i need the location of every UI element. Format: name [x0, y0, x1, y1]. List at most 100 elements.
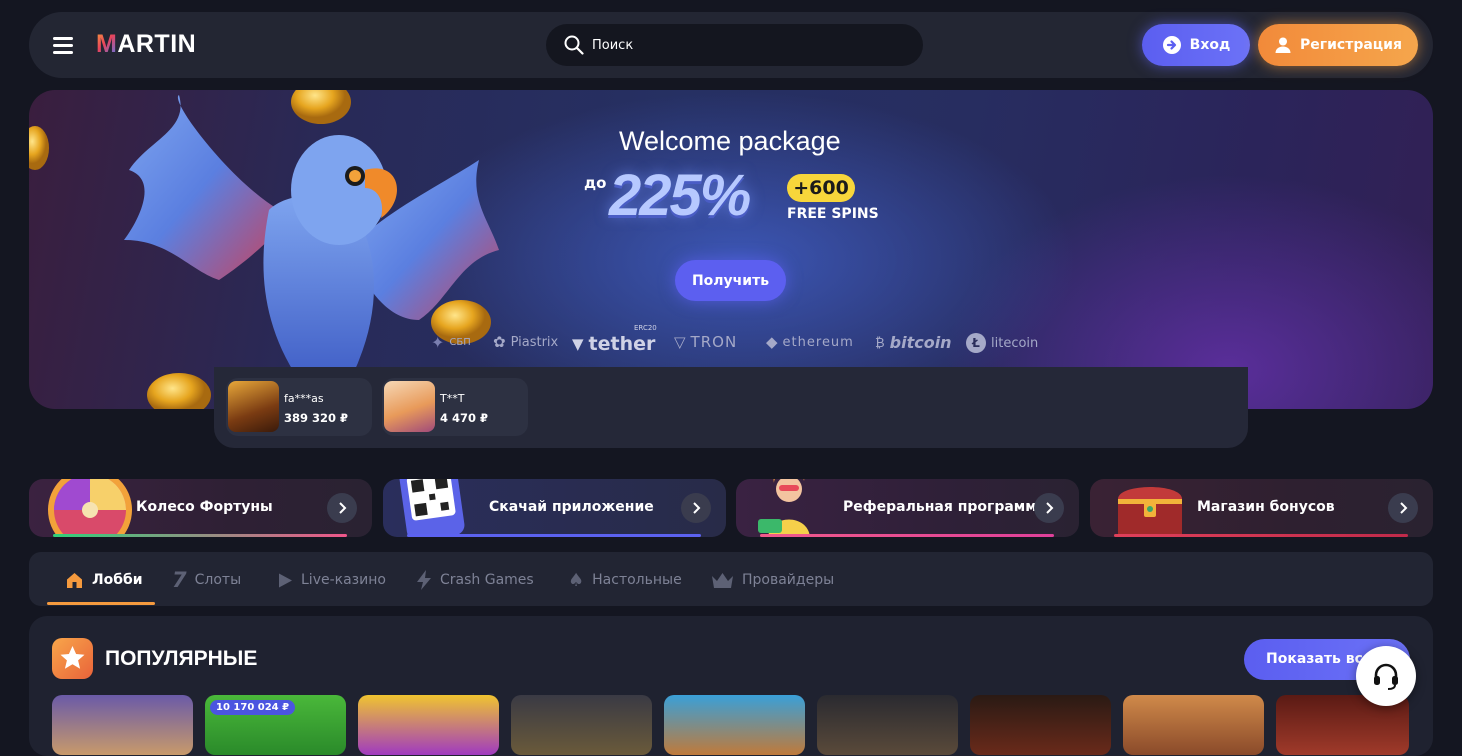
winner-name: T**T	[440, 392, 465, 405]
payment-tron: ▽ TRON	[674, 333, 737, 351]
game-tile[interactable]	[664, 695, 805, 755]
payment-piastrix-label: Piastrix	[510, 334, 559, 350]
jackpot-badge: 10 170 024 ₽	[210, 700, 296, 715]
game-tile[interactable]: 10 170 024 ₽	[205, 695, 346, 755]
promo-progress-bar	[760, 534, 1054, 537]
promo-wheel-of-fortune[interactable]: Колесо Фортуны	[29, 479, 372, 537]
promo-progress-bar	[53, 534, 347, 537]
logo-text: ARTIN	[117, 30, 197, 58]
chevron-right-icon[interactable]	[681, 493, 711, 523]
lightning-icon	[417, 570, 431, 590]
star-icon	[52, 638, 93, 679]
referral-character-icon	[758, 479, 810, 537]
payment-ethereum: ◆ ethereum	[766, 333, 854, 351]
tab-label: Live-казино	[301, 572, 386, 588]
support-chat-button[interactable]	[1356, 646, 1416, 706]
tab-label: Слоты	[194, 572, 242, 588]
welcome-banner[interactable]: Welcome package до 225% +600 FREE SPINS …	[29, 90, 1433, 409]
promo-progress-bar	[407, 534, 701, 537]
payment-tether: ▼ tether ERC20	[572, 324, 657, 355]
fortune-wheel-icon	[48, 479, 132, 537]
free-spins-count: +600	[787, 174, 855, 202]
promo-bonus-shop[interactable]: Магазин бонусов	[1090, 479, 1433, 537]
play-icon	[279, 573, 292, 587]
payment-tron-label: TRON	[690, 333, 738, 351]
tab-label: Лобби	[92, 572, 143, 588]
menu-icon[interactable]	[53, 37, 73, 54]
popular-section: ПОПУЛЯРНЫЕ Показать все 10 170 024 ₽	[29, 616, 1433, 756]
payment-piastrix: ✿ Piastrix	[493, 333, 558, 351]
free-spins-label: FREE SPINS	[787, 206, 879, 222]
claim-bonus-button[interactable]: Получить	[675, 260, 786, 301]
login-button[interactable]: Вход	[1142, 24, 1250, 66]
crown-icon	[712, 572, 733, 588]
login-icon	[1162, 36, 1181, 54]
tab-label: Crash Games	[440, 572, 534, 588]
payment-sbp-label: СБП	[449, 337, 471, 348]
treasure-chest-icon	[1118, 487, 1182, 537]
tab-crash-games[interactable]: Crash Games	[416, 569, 534, 591]
payment-tether-label: tether	[588, 333, 656, 355]
tab-providers[interactable]: Провайдеры	[711, 569, 834, 591]
piastrix-icon: ✿	[493, 333, 506, 351]
payment-bitcoin-label: bitcoin	[889, 333, 952, 352]
search-input[interactable]	[592, 24, 912, 66]
search-icon	[564, 35, 584, 55]
winner-amount: 4 470 ₽	[440, 411, 489, 425]
bitcoin-icon: ₿	[875, 335, 885, 351]
parrot-illustration	[29, 90, 499, 409]
register-label: Регистрация	[1300, 37, 1402, 53]
qr-code-icon	[399, 479, 465, 537]
chevron-right-icon[interactable]	[1388, 493, 1418, 523]
game-tile[interactable]	[52, 695, 193, 755]
winner-name: fa***as	[284, 392, 324, 405]
game-tile[interactable]	[817, 695, 958, 755]
promo-label: Реферальная программа	[843, 499, 1047, 515]
tron-icon: ▽	[674, 333, 686, 351]
promo-label: Колесо Фортуны	[136, 499, 273, 515]
search-box[interactable]	[546, 24, 923, 66]
bonus-percent: 225%	[609, 163, 751, 228]
payment-litecoin: Łlitecoin	[966, 333, 1038, 353]
tether-icon: ▼	[572, 335, 584, 353]
login-label: Вход	[1189, 37, 1231, 53]
tether-network: ERC20	[634, 324, 657, 332]
tab-live-casino[interactable]: Live-казино	[277, 569, 386, 591]
promo-label: Магазин бонусов	[1197, 499, 1335, 515]
game-thumbnail-fortune-of-giza	[228, 381, 279, 432]
promo-progress-bar	[1114, 534, 1408, 537]
chevron-right-icon[interactable]	[327, 493, 357, 523]
litecoin-icon: Ł	[966, 333, 986, 353]
game-tile[interactable]	[970, 695, 1111, 755]
promo-download-app[interactable]: Скачай приложение	[383, 479, 726, 537]
tab-slots[interactable]: 7 Слоты	[172, 568, 242, 592]
tab-lobby[interactable]: Лобби	[65, 569, 143, 591]
ethereum-icon: ◆	[766, 333, 778, 351]
banner-title: Welcome package	[619, 126, 841, 156]
winner-card[interactable]: fa***as 389 320 ₽	[226, 378, 372, 436]
active-tab-indicator	[47, 602, 155, 605]
spade-icon: ♠	[568, 569, 585, 591]
game-tile[interactable]	[511, 695, 652, 755]
winner-card[interactable]: T**T 4 470 ₽	[382, 378, 528, 436]
category-tabs: Лобби 7 Слоты Live-казино Crash Games ♠ …	[29, 552, 1433, 606]
logo[interactable]: MARTIN	[96, 30, 196, 59]
payment-sbp: ✦ СБП	[431, 333, 471, 352]
payment-bitcoin: ₿ bitcoin	[875, 333, 952, 352]
promo-referral[interactable]: Реферальная программа	[736, 479, 1079, 537]
section-title: ПОПУЛЯРНЫЕ	[105, 647, 258, 670]
recent-winners: fa***as 389 320 ₽ T**T 4 470 ₽	[214, 367, 1248, 448]
game-tile[interactable]	[358, 695, 499, 755]
tab-label: Провайдеры	[742, 572, 835, 588]
tab-table-games[interactable]: ♠ Настольные	[568, 569, 682, 591]
register-button[interactable]: Регистрация	[1258, 24, 1418, 66]
tab-label: Настольные	[592, 572, 682, 588]
user-icon	[1275, 37, 1291, 53]
game-tile[interactable]	[1123, 695, 1264, 755]
promo-label: Скачай приложение	[489, 499, 654, 515]
payment-litecoin-label: litecoin	[991, 335, 1039, 351]
home-icon	[67, 572, 82, 588]
sbp-icon: ✦	[431, 333, 445, 352]
chevron-right-icon[interactable]	[1034, 493, 1064, 523]
headset-icon	[1374, 663, 1398, 690]
